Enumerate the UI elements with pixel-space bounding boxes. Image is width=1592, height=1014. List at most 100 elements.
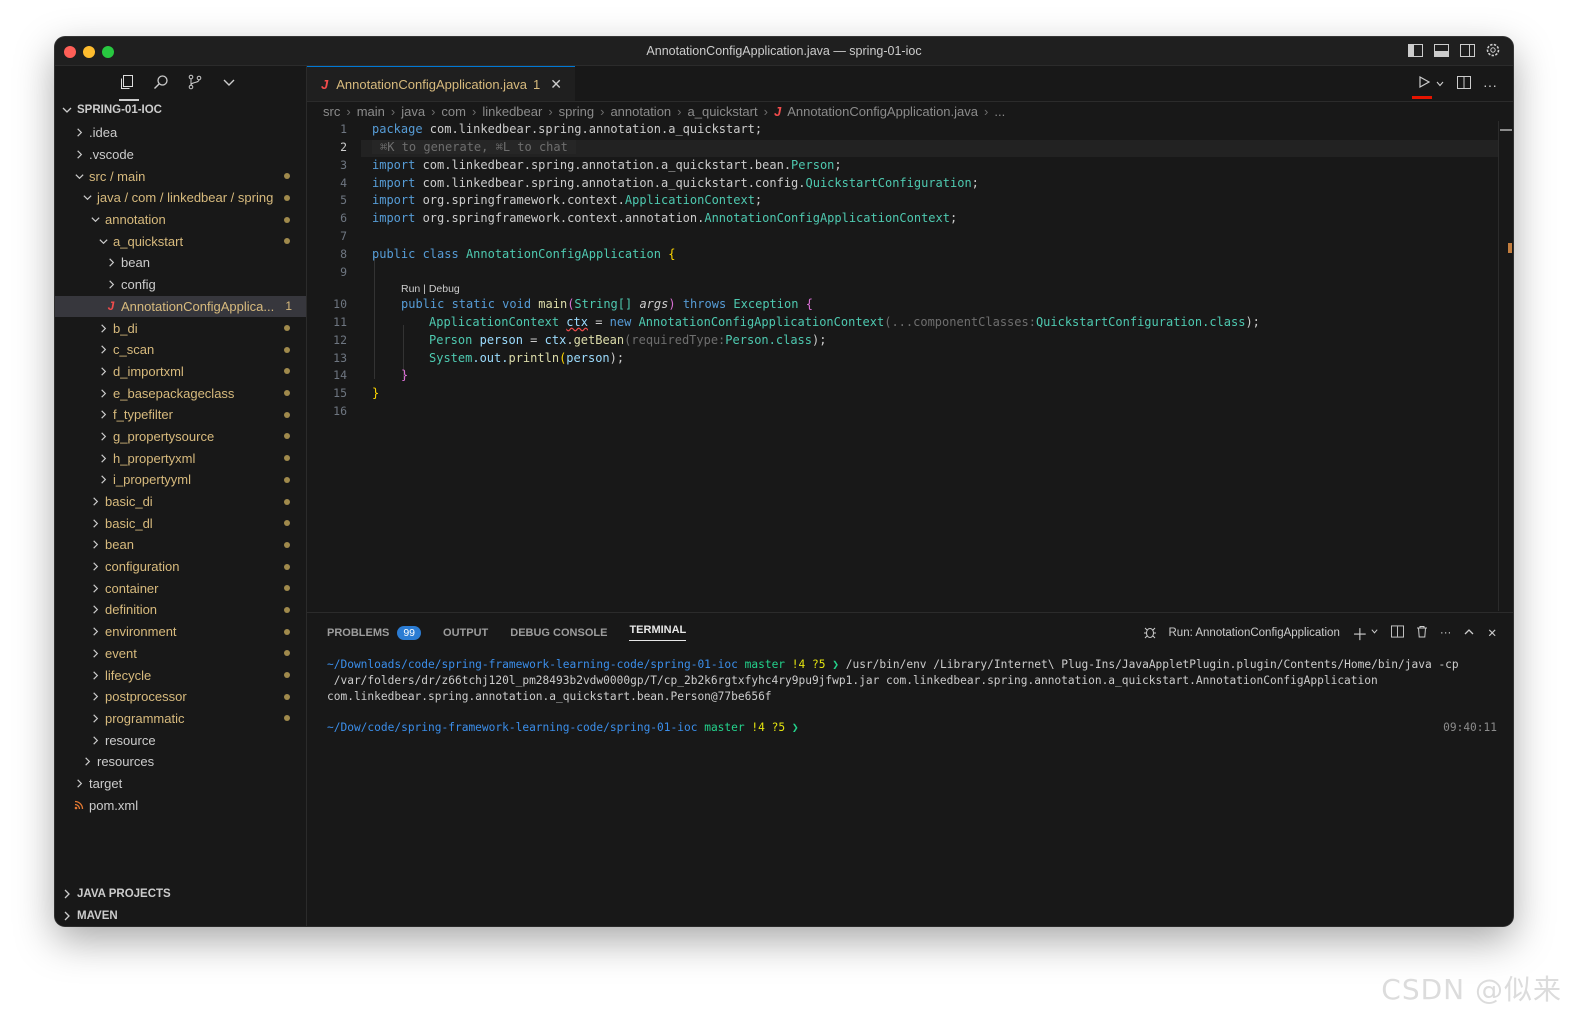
close-panel-icon[interactable]: ✕	[1487, 626, 1497, 640]
breadcrumb-item[interactable]: java	[401, 104, 425, 119]
chevron-right-icon	[97, 430, 109, 442]
java-file-icon: J	[773, 104, 782, 119]
tree-folder[interactable]: g_propertysource	[55, 426, 306, 448]
terminal-output[interactable]: ~/Downloads/code/spring-framework-learni…	[327, 657, 1497, 736]
tree-folder[interactable]: a_quickstart	[55, 230, 306, 252]
code-editor[interactable]: 1 2 3 4 5 6 7 8 9 10 11 12 13 14 15 16 package com.link…	[307, 121, 1499, 611]
tree-folder[interactable]: i_propertyyml	[55, 469, 306, 491]
tree-folder[interactable]: definition	[55, 599, 306, 621]
new-terminal-plus-icon[interactable]: ＋	[1352, 621, 1368, 645]
breadcrumb-item[interactable]: com	[441, 104, 466, 119]
split-terminal-icon[interactable]	[1390, 625, 1404, 641]
tree-folder[interactable]: b_di	[55, 317, 306, 339]
chevron-right-icon	[97, 474, 109, 486]
chevron-right-icon	[89, 669, 101, 681]
breadcrumb-item[interactable]: spring	[559, 104, 594, 119]
tree-item-label: environment	[105, 624, 177, 640]
tree-folder[interactable]: f_typefilter	[55, 404, 306, 426]
modified-dot	[284, 672, 290, 679]
tree-folder[interactable]: event	[55, 643, 306, 665]
tree-folder[interactable]: .idea	[55, 122, 306, 144]
kill-terminal-trash-icon[interactable]	[1416, 625, 1428, 641]
editor-scrollbar[interactable]	[1498, 121, 1513, 611]
breadcrumb-item[interactable]: ...	[994, 104, 1005, 119]
tree-folder[interactable]: .vscode	[55, 144, 306, 166]
toggle-sidebar-icon[interactable]	[1407, 42, 1423, 58]
tree-folder[interactable]: d_importxml	[55, 361, 306, 383]
run-debug-codelens[interactable]: Run | Debug	[401, 283, 460, 295]
code-line-2: ⌘K to generate, ⌘L to chat	[372, 140, 576, 154]
settings-gear-icon[interactable]	[1485, 42, 1501, 58]
breadcrumb: src › main › java › com › linkedbear › spring › anno…	[323, 104, 1005, 119]
tree-folder[interactable]: config	[55, 274, 306, 296]
breadcrumb-item[interactable]: linkedbear	[482, 104, 542, 119]
tree-folder[interactable]: resource	[55, 729, 306, 751]
close-tab-icon[interactable]: ✕	[550, 76, 562, 93]
search-icon[interactable]	[151, 72, 171, 92]
modified-dot	[284, 433, 290, 440]
tab-annotation-config-application[interactable]: J AnnotationConfigApplication.java 1 ✕	[307, 66, 575, 101]
more-actions-icon[interactable]: ···	[1483, 77, 1497, 93]
toggle-panel-icon[interactable]	[1433, 42, 1449, 58]
tree-folder[interactable]: configuration	[55, 556, 306, 578]
tree-file[interactable]: J AnnotationConfigApplica... 1	[55, 295, 306, 318]
tab-problem-count: 1	[533, 76, 541, 92]
tree-folder[interactable]: environment	[55, 621, 306, 643]
explorer-root-header[interactable]: SPRING-01-IOC	[61, 104, 162, 116]
more-panel-actions-icon[interactable]: ···	[1440, 627, 1452, 639]
terminal-options-chevron-down-icon[interactable]	[1370, 627, 1379, 639]
toggle-secondary-sidebar-icon[interactable]	[1459, 42, 1475, 58]
breadcrumb-item[interactable]: main	[357, 104, 385, 119]
tree-folder[interactable]: bean	[55, 534, 306, 556]
breadcrumb-item[interactable]: src	[323, 104, 340, 119]
tree-item-label: src / main	[89, 168, 146, 184]
chevron-right-icon	[97, 365, 109, 377]
tree-folder[interactable]: programmatic	[55, 708, 306, 730]
split-editor-icon[interactable]	[1457, 75, 1471, 94]
tree-folder[interactable]: resources	[55, 751, 306, 773]
tree-file[interactable]: pom.xml	[55, 794, 306, 816]
tree-folder[interactable]: container	[55, 577, 306, 599]
run-icon[interactable]	[1417, 75, 1431, 94]
source-control-icon[interactable]	[185, 72, 205, 92]
code-line-8: public class AnnotationConfigApplication…	[372, 247, 676, 261]
rss-xml-file-icon	[73, 799, 85, 811]
modified-dot	[284, 390, 290, 397]
breadcrumb-item[interactable]: AnnotationConfigApplication.java	[787, 104, 978, 119]
run-options-chevron-down-icon[interactable]	[1435, 76, 1445, 94]
panel-tab-output[interactable]: OUTPUT	[443, 624, 488, 641]
explorer-files-icon[interactable]	[117, 72, 139, 101]
code-line-3: import com.linkedbear.spring.annotation.…	[372, 158, 842, 172]
panel-tab-debug-console[interactable]: DEBUG CONSOLE	[510, 624, 607, 641]
line-number: 2	[340, 140, 347, 154]
panel-tab-problems[interactable]: PROBLEMS 99	[327, 624, 422, 641]
tree-folder[interactable]: annotation	[55, 209, 306, 231]
panel-tab-terminal[interactable]: TERMINAL	[629, 624, 687, 641]
tree-folder[interactable]: postprocessor	[55, 686, 306, 708]
maven-section[interactable]: MAVEN	[61, 910, 118, 922]
tree-folder[interactable]: lifecycle	[55, 664, 306, 686]
tree-folder[interactable]: bean	[55, 252, 306, 274]
modified-dot	[284, 455, 290, 462]
tree-folder[interactable]: e_basepackageclass	[55, 382, 306, 404]
tree-folder[interactable]: h_propertyxml	[55, 447, 306, 469]
java-projects-section[interactable]: JAVA PROJECTS	[61, 888, 171, 900]
maximize-panel-chevron-up-icon[interactable]	[1463, 626, 1475, 641]
line-number: 1	[340, 122, 347, 136]
tree-folder[interactable]: src / main	[55, 165, 306, 187]
tree-folder[interactable]: basic_dl	[55, 512, 306, 534]
line-number: 5	[340, 193, 347, 207]
breadcrumb-item[interactable]: a_quickstart	[688, 104, 758, 119]
tree-folder[interactable]: target	[55, 773, 306, 795]
tree-item-label: resource	[105, 732, 156, 748]
chevron-right-icon	[89, 626, 101, 638]
modified-dot	[284, 498, 290, 505]
tree-item-label: AnnotationConfigApplica...	[121, 298, 275, 314]
tree-folder[interactable]: basic_di	[55, 491, 306, 513]
tree-folder[interactable]: c_scan	[55, 339, 306, 361]
breadcrumb-item[interactable]: annotation	[610, 104, 671, 119]
more-views-chevron-down-icon[interactable]	[219, 72, 239, 92]
tree-folder[interactable]: java / com / linkedbear / spring	[55, 187, 306, 209]
tree-item-label: programmatic	[105, 710, 185, 726]
terminal-run-label[interactable]: Run: AnnotationConfigApplication	[1169, 627, 1340, 639]
